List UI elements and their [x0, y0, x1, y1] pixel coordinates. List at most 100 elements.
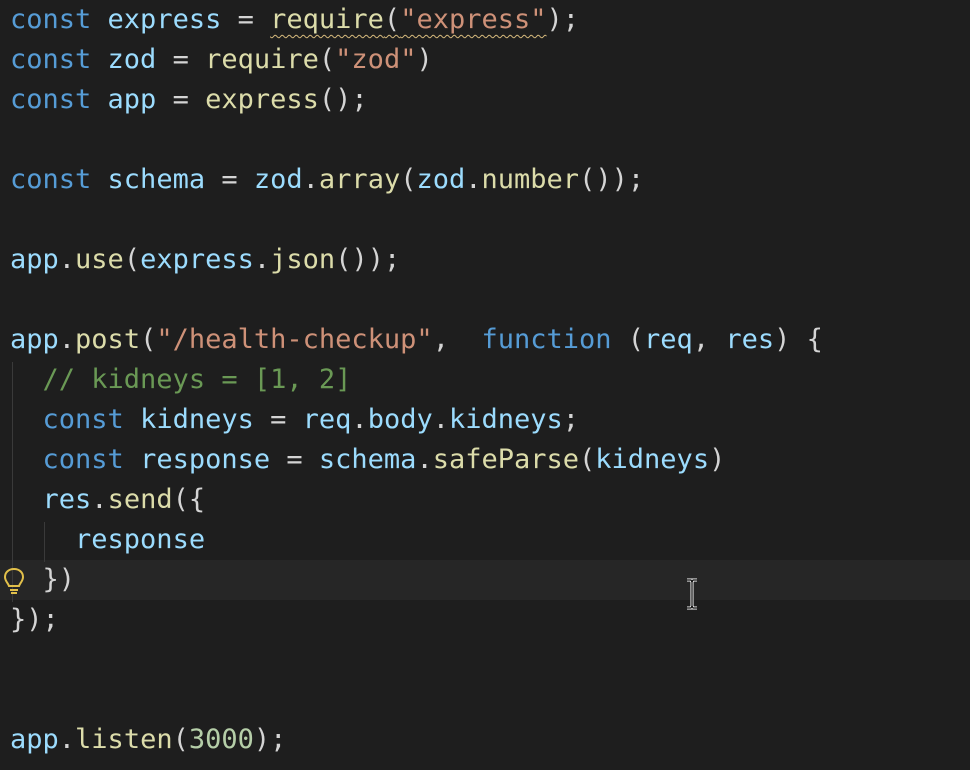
code-token: ());: [579, 164, 645, 195]
code-line[interactable]: [0, 280, 970, 320]
code-token: "zod": [335, 44, 417, 75]
code-line[interactable]: [0, 680, 970, 720]
code-token: schema: [107, 164, 206, 195]
lightbulb-icon[interactable]: [2, 566, 26, 596]
code-token: array: [318, 164, 401, 195]
code-line[interactable]: const response = schema.safeParse(kidney…: [0, 440, 970, 480]
code-token: .: [416, 444, 433, 475]
code-token: const: [10, 4, 92, 35]
code-line[interactable]: [0, 200, 970, 240]
code-editor[interactable]: const express = require("express"); const…: [0, 0, 970, 770]
code-token: (: [318, 44, 336, 75]
code-token: (: [611, 324, 645, 355]
code-token: use: [75, 244, 124, 275]
code-token: const: [42, 404, 124, 435]
code-token: zod: [253, 164, 303, 195]
code-token: kidneys: [140, 404, 254, 435]
code-token: const: [10, 84, 92, 115]
code-token: kidneys: [595, 444, 710, 475]
code-token: =: [156, 44, 206, 75]
code-token: kidneys: [448, 404, 563, 435]
code-token: zod: [416, 164, 466, 195]
code-token: "/health-checkup": [156, 324, 433, 355]
code-token: require: [270, 4, 384, 35]
code-token: ();: [318, 84, 368, 115]
code-token: schema: [318, 444, 417, 475]
code-token: );: [253, 724, 287, 755]
code-token: .: [253, 244, 271, 275]
code-token: ;: [562, 404, 580, 435]
code-token: express: [205, 84, 319, 115]
code-token: ;: [562, 4, 580, 35]
code-line[interactable]: res.send({: [0, 480, 970, 520]
code-token: =: [270, 444, 319, 475]
code-token: .: [58, 324, 76, 355]
code-token: ({: [172, 484, 206, 515]
code-line[interactable]: [0, 120, 970, 160]
code-line[interactable]: });: [0, 600, 970, 640]
code-token: ,: [432, 324, 482, 355]
code-token: .: [58, 244, 76, 275]
code-token: (: [400, 164, 417, 195]
code-token: "express": [400, 4, 547, 35]
code-token: require: [205, 44, 319, 75]
code-line[interactable]: app.listen(3000);: [0, 720, 970, 760]
code-line[interactable]: response: [0, 520, 970, 560]
code-token: send: [107, 484, 173, 515]
code-token: response: [140, 444, 271, 475]
code-line[interactable]: const schema = zod.array(zod.number());: [0, 160, 970, 200]
code-token: ): [709, 444, 726, 475]
code-line[interactable]: app.use(express.json());: [0, 240, 970, 280]
code-token: res: [725, 324, 775, 355]
code-token: (: [140, 324, 157, 355]
code-token: zod: [107, 44, 157, 75]
code-line[interactable]: // kidneys = [1, 2]: [0, 360, 970, 400]
code-token: (: [579, 444, 596, 475]
code-line[interactable]: const kidneys = req.body.kidneys;: [0, 400, 970, 440]
code-token: req: [644, 324, 693, 355]
indent-guide-inner: [44, 522, 45, 562]
code-line[interactable]: const app = express();: [0, 80, 970, 120]
code-token: number: [481, 164, 580, 195]
code-token: const: [10, 44, 92, 75]
code-token: =: [156, 84, 206, 115]
code-token: .: [91, 484, 108, 515]
code-token: body: [367, 404, 433, 435]
code-token: express: [140, 244, 254, 275]
code-token: (: [123, 244, 141, 275]
code-token: const: [42, 444, 124, 475]
code-token: .: [351, 404, 368, 435]
code-token: app: [10, 324, 59, 355]
code-token: 3000: [188, 724, 254, 755]
code-token: post: [75, 324, 141, 355]
code-token: req: [302, 404, 352, 435]
code-line[interactable]: const zod = require("zod"): [0, 40, 970, 80]
code-line[interactable]: [0, 640, 970, 680]
code-token: express: [107, 4, 222, 35]
code-token: function: [481, 324, 612, 355]
code-line[interactable]: }): [0, 560, 970, 600]
code-token: ());: [335, 244, 401, 275]
code-line[interactable]: app.post("/health-checkup", function (re…: [0, 320, 970, 360]
code-token: }): [42, 564, 76, 595]
code-token: safeParse: [432, 444, 580, 475]
code-token: (: [172, 724, 189, 755]
code-token: });: [10, 604, 59, 635]
code-token: res: [42, 484, 92, 515]
code-token: ): [546, 4, 563, 35]
text-cursor-icon: [687, 578, 697, 610]
code-token: (: [383, 4, 401, 35]
code-token: // kidneys = [1, 2]: [42, 364, 352, 395]
code-line[interactable]: const express = require("express");: [0, 0, 970, 40]
